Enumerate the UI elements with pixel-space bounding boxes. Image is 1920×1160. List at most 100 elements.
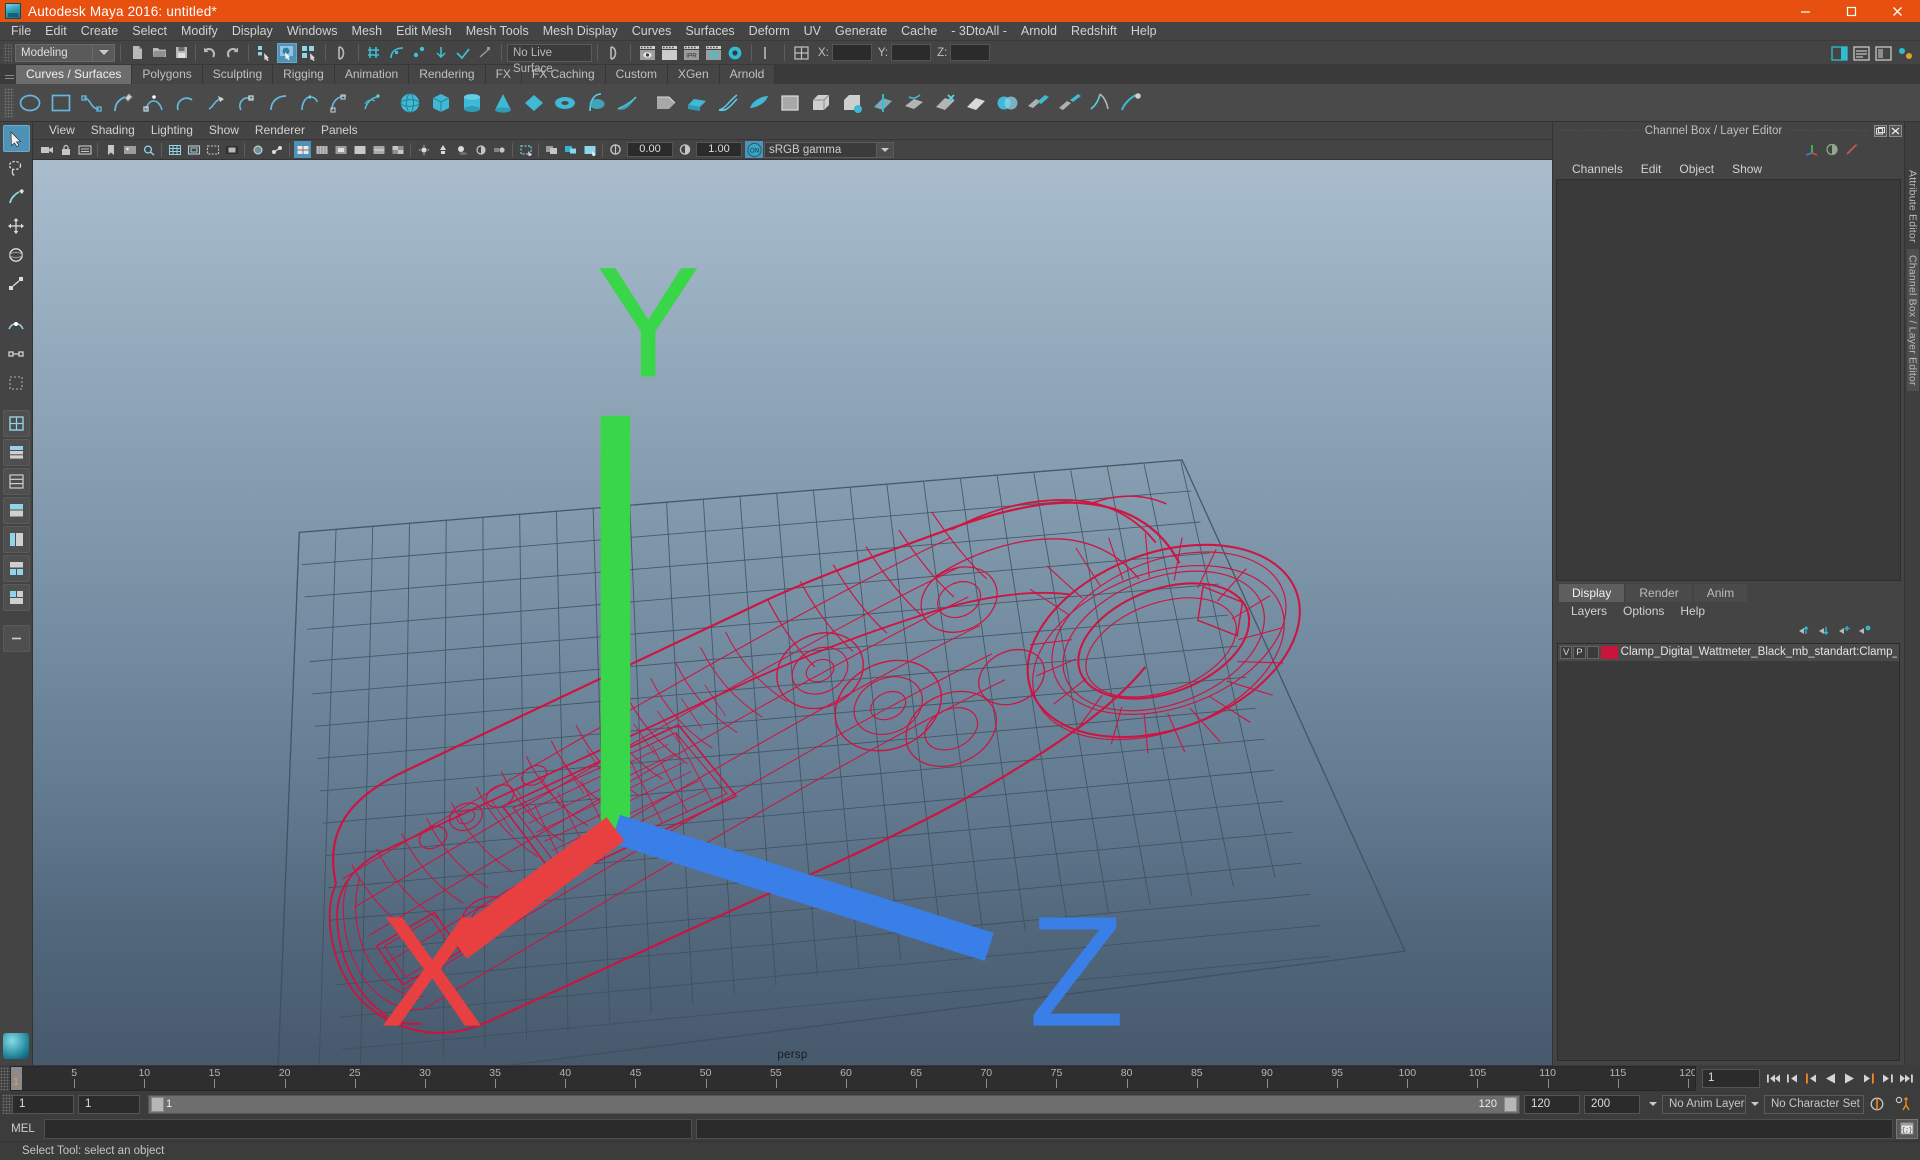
options-menu[interactable]: Options — [1615, 602, 1672, 621]
range-start-field[interactable]: 1 — [78, 1095, 140, 1114]
command-input[interactable] — [44, 1119, 692, 1139]
range-slider-grip[interactable] — [2, 1094, 12, 1114]
select-camera-icon[interactable] — [38, 141, 55, 158]
layer-color-swatch[interactable] — [1601, 646, 1618, 659]
channel-box-icon[interactable] — [1895, 43, 1915, 63]
square-surface-icon[interactable] — [774, 87, 805, 118]
viewport-menu-shading[interactable]: Shading — [83, 121, 143, 140]
layout-four-pane[interactable] — [3, 497, 30, 524]
exposure-field[interactable]: 0.00 — [627, 142, 673, 157]
lock-camera-icon[interactable] — [57, 141, 74, 158]
menu-3dtoall[interactable]: - 3DtoAll - — [944, 22, 1014, 41]
lasso-select-tool[interactable] — [3, 154, 30, 181]
layout-persp-outliner[interactable] — [3, 526, 30, 553]
menu-edit-mesh[interactable]: Edit Mesh — [389, 22, 459, 41]
tool-settings-icon[interactable] — [1873, 43, 1893, 63]
sidebar-toggle-icon[interactable] — [1829, 43, 1849, 63]
new-layer-from-selected-icon[interactable] — [1854, 623, 1874, 639]
xray-component-icon[interactable] — [562, 141, 579, 158]
planar-icon[interactable] — [650, 87, 681, 118]
detach-surfaces-icon[interactable] — [1053, 87, 1084, 118]
soft-modification-tool[interactable] — [3, 311, 30, 338]
ipr-render-icon[interactable]: IPR — [681, 43, 701, 63]
shadows-icon[interactable] — [453, 141, 470, 158]
bevel-plus-icon[interactable] — [836, 87, 867, 118]
snap-grid-icon[interactable] — [365, 43, 385, 63]
close-panel-button[interactable] — [1889, 125, 1902, 137]
smooth-shade-selected-icon[interactable] — [332, 141, 349, 158]
layer-shading-toggle[interactable] — [1587, 646, 1599, 659]
viewport-menu-lighting[interactable]: Lighting — [143, 121, 201, 140]
statusbar-grip[interactable] — [3, 43, 12, 63]
close-button[interactable] — [1874, 0, 1920, 22]
undock-panel-button[interactable] — [1874, 125, 1887, 137]
rebuild-curve-icon[interactable] — [355, 87, 386, 118]
anim-layer-dropdown-arrow[interactable] — [1746, 1095, 1764, 1114]
new-layer-icon[interactable] — [1834, 623, 1854, 639]
shelf-tab-curves-surfaces[interactable]: Curves / Surfaces — [16, 65, 132, 84]
coord-z-field[interactable] — [950, 44, 990, 61]
shelf-icon-grip[interactable] — [4, 88, 14, 118]
paint-select-tool[interactable] — [3, 183, 30, 210]
layout-more[interactable] — [3, 625, 30, 652]
viewport-menu-show[interactable]: Show — [201, 121, 247, 140]
shelf-grip[interactable] — [3, 67, 16, 84]
channel-box-icon[interactable] — [1802, 141, 1822, 157]
display-layer-icon[interactable] — [581, 141, 598, 158]
modeling-toolkit-icon[interactable] — [1842, 141, 1862, 157]
bevel-icon[interactable] — [805, 87, 836, 118]
intersect-surfaces-icon[interactable] — [867, 87, 898, 118]
layout-hypershade-persp[interactable] — [3, 584, 30, 611]
channels-menu[interactable]: Channels — [1563, 160, 1632, 179]
gate-mask-icon[interactable] — [223, 141, 240, 158]
layer-tab-display[interactable]: Display — [1559, 584, 1624, 602]
go-to-start-icon[interactable] — [1764, 1069, 1783, 1089]
menu-arnold[interactable]: Arnold — [1014, 22, 1064, 41]
use-default-lighting-icon[interactable] — [415, 141, 432, 158]
arc-three-point-icon[interactable] — [169, 87, 200, 118]
nurbs-square-icon[interactable] — [45, 87, 76, 118]
layers-menu[interactable]: Layers — [1563, 602, 1615, 621]
hypershade-icon[interactable] — [725, 43, 745, 63]
viewport-canvas[interactable]: persp Y X Z — [33, 160, 1552, 1065]
panel-drag-handle[interactable] — [1559, 130, 1639, 131]
layer-tab-anim[interactable]: Anim — [1694, 584, 1747, 602]
layer-name[interactable]: Clamp_Digital_Wattmeter_Black_mb_standar… — [1621, 646, 1897, 658]
layout-two-pane-stacked[interactable] — [3, 468, 30, 495]
cv-curve-icon[interactable] — [200, 87, 231, 118]
nurbs-cube-icon[interactable] — [425, 87, 456, 118]
panel-drag-handle-right[interactable] — [1788, 130, 1868, 131]
birail-icon[interactable] — [712, 87, 743, 118]
loft-icon[interactable] — [611, 87, 642, 118]
project-curve-icon[interactable] — [898, 87, 929, 118]
menu-cache[interactable]: Cache — [894, 22, 944, 41]
anim-layer-select[interactable]: No Anim Layer — [1662, 1095, 1746, 1114]
menu-help[interactable]: Help — [1124, 22, 1164, 41]
menuset-select[interactable]: Modeling — [15, 44, 93, 62]
attach-curves-icon[interactable] — [262, 87, 293, 118]
menu-windows[interactable]: Windows — [280, 22, 345, 41]
command-language-label[interactable]: MEL — [2, 1123, 44, 1135]
screen-space-ao-icon[interactable] — [472, 141, 489, 158]
expand-render-icon[interactable] — [604, 43, 624, 63]
shelf-tab-custom[interactable]: Custom — [606, 65, 668, 84]
menu-mesh-tools[interactable]: Mesh Tools — [459, 22, 536, 41]
menu-create[interactable]: Create — [74, 22, 126, 41]
menu-modify[interactable]: Modify — [174, 22, 225, 41]
side-tab-attribute-editor[interactable]: Attribute Editor — [1907, 164, 1919, 249]
play-backwards-icon[interactable] — [1821, 1069, 1840, 1089]
boundary-icon[interactable] — [743, 87, 774, 118]
channel-box-attribute-list[interactable] — [1556, 179, 1901, 581]
script-editor-icon[interactable]: {;} — [1896, 1119, 1918, 1139]
live-surface-field[interactable]: No Live Surface — [507, 44, 592, 62]
menu-curves[interactable]: Curves — [625, 22, 679, 41]
coord-x-field[interactable] — [832, 44, 872, 61]
use-all-lights-icon[interactable] — [434, 141, 451, 158]
nurbs-sphere-icon[interactable] — [394, 87, 425, 118]
menu-file[interactable]: File — [4, 22, 38, 41]
character-set-select[interactable]: No Character Set — [1764, 1095, 1864, 1114]
maximize-button[interactable] — [1828, 0, 1874, 22]
detach-curves-icon[interactable] — [293, 87, 324, 118]
two-d-pan-zoom-icon[interactable] — [140, 141, 157, 158]
anim-end-field[interactable]: 200 — [1584, 1095, 1640, 1114]
